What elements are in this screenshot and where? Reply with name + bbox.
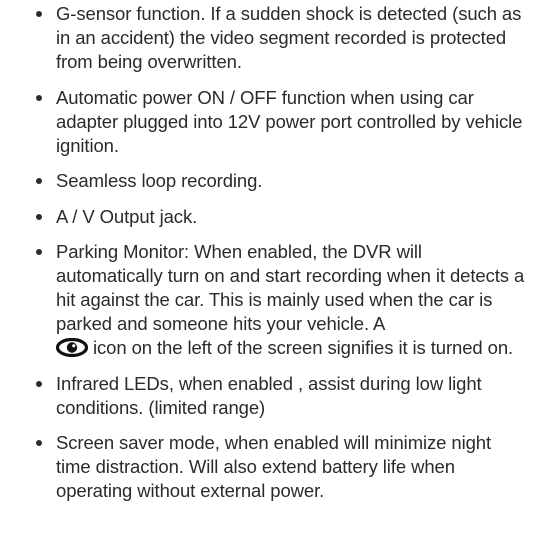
list-item-loop-recording: Seamless loop recording. (36, 169, 525, 193)
list-item-text: Screen saver mode, when enabled will min… (56, 432, 492, 501)
list-item-av-output: A / V Output jack. (36, 205, 525, 229)
list-item-parking-monitor: Parking Monitor: When enabled, the DVR w… (36, 240, 525, 360)
bullet-dot (36, 94, 42, 101)
eye-icon (56, 338, 88, 357)
bullet-dot (36, 11, 42, 17)
bullet-dot (36, 178, 42, 184)
bullet-dot (36, 249, 42, 255)
document-page: G-sensor function. If a sudden shock is … (0, 0, 535, 559)
list-item-text-before-icon: Parking Monitor: When enabled, the DVR w… (56, 241, 525, 334)
list-item-auto-power: Automatic power ON / OFF function when u… (36, 86, 525, 158)
list-item-text-after-icon: icon on the left of the screen signifies… (93, 337, 514, 358)
bullet-dot (36, 213, 42, 220)
list-item-screen-saver: Screen saver mode, when enabled will min… (36, 431, 525, 503)
list-item-text: G-sensor function. If a sudden shock is … (56, 3, 522, 72)
list-item-text: Automatic power ON / OFF function when u… (56, 86, 523, 156)
list-item-text: A / V Output jack. (56, 205, 198, 227)
list-item-infrared-leds: Infrared LEDs, when enabled , assist dur… (36, 372, 525, 420)
list-item-text: Infrared LEDs, when enabled , assist dur… (56, 372, 482, 418)
list-item-text: Seamless loop recording. (56, 170, 263, 191)
list-item-g-sensor: G-sensor function. If a sudden shock is … (36, 2, 525, 74)
bullet-dot (36, 440, 42, 446)
bullet-dot (36, 380, 42, 387)
feature-list: G-sensor function. If a sudden shock is … (36, 2, 525, 503)
